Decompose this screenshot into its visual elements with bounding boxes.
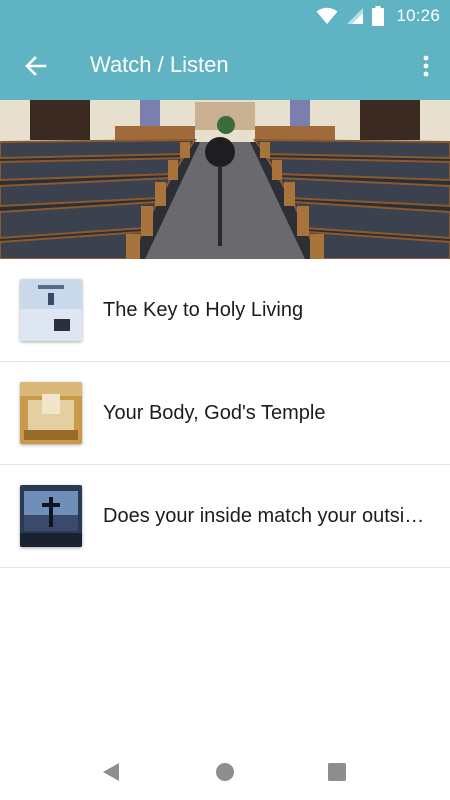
nav-back-button[interactable] bbox=[91, 752, 131, 792]
list-item[interactable]: Your Body, God's Temple bbox=[0, 362, 450, 465]
nav-recents-button[interactable] bbox=[317, 752, 357, 792]
nav-home-button[interactable] bbox=[205, 752, 245, 792]
arrow-back-icon bbox=[25, 56, 47, 76]
church-sanctuary-pews-photo bbox=[0, 100, 450, 259]
app-bar: Watch / Listen bbox=[0, 32, 450, 100]
battery-icon bbox=[372, 6, 385, 26]
back-triangle-icon bbox=[103, 763, 119, 781]
status-time: 10:26 bbox=[396, 6, 440, 25]
list-item[interactable]: The Key to Holy Living bbox=[0, 259, 450, 362]
list-item-title: Does your inside match your outside? bbox=[103, 504, 432, 527]
back-button[interactable] bbox=[14, 44, 58, 88]
sky-and-bible-thumbnail bbox=[20, 279, 82, 341]
home-circle-icon bbox=[216, 763, 234, 781]
hero-image bbox=[0, 100, 450, 259]
signal-icon bbox=[347, 8, 364, 24]
recents-square-icon bbox=[328, 763, 346, 781]
list-item-title: Your Body, God's Temple bbox=[103, 401, 326, 424]
page-title: Watch / Listen bbox=[90, 52, 229, 77]
more-options-button[interactable] bbox=[410, 44, 442, 88]
list-item[interactable]: Does your inside match your outside? bbox=[0, 465, 450, 568]
more-vert-icon bbox=[423, 55, 429, 77]
sermon-list: The Key to Holy Living Your Body, God's … bbox=[0, 259, 450, 568]
status-bar: 10:26 bbox=[0, 0, 450, 32]
cross-on-screen-thumbnail bbox=[20, 485, 82, 547]
list-item-title: The Key to Holy Living bbox=[103, 298, 304, 321]
status-icons: 10:26 bbox=[316, 0, 440, 32]
system-nav-bar bbox=[0, 744, 450, 800]
temple-model-thumbnail bbox=[20, 382, 82, 444]
wifi-icon bbox=[316, 7, 338, 24]
